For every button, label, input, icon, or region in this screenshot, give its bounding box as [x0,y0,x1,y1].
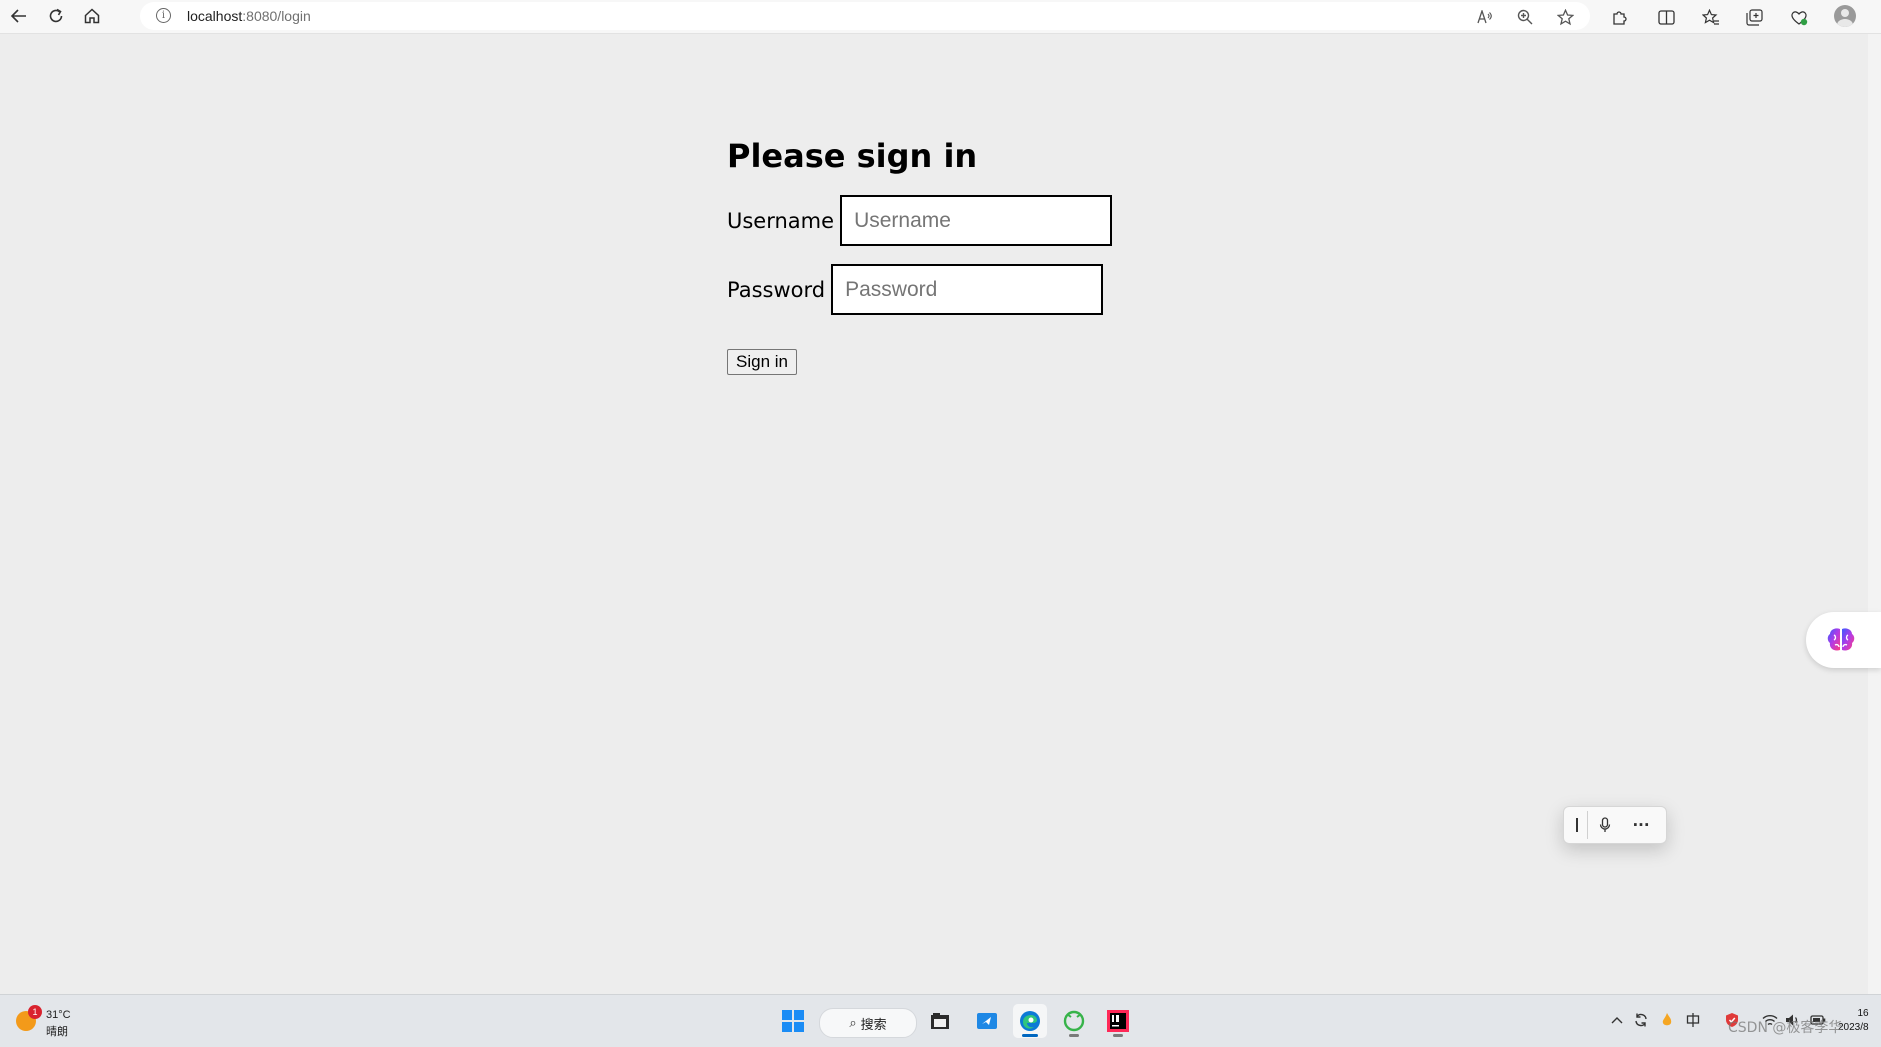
password-input[interactable] [831,264,1104,316]
info-icon[interactable]: i [156,8,171,23]
weather-widget[interactable]: 1 31°C 晴朗 [16,1005,76,1039]
taskbar: 1 31°C 晴朗 ⌕ 搜索 16 2023/8 [0,994,1881,1047]
brain-icon [1827,628,1855,651]
weather-temperature: 31°C [46,1009,71,1021]
url-path: :8080/login [242,8,311,24]
url-host: localhost [187,8,243,24]
zoom-icon[interactable] [1514,6,1536,28]
edge-browser-icon[interactable] [1013,1004,1047,1038]
weather-badge: 1 [28,1005,42,1019]
password-label: Password [727,277,826,302]
username-label: Username [727,208,835,233]
puzzle-icon[interactable] [1606,4,1632,30]
intellij-idea-icon[interactable] [1101,1004,1135,1038]
microphone-icon[interactable] [1592,812,1618,838]
username-row: Username [727,195,1113,247]
sign-in-button[interactable]: Sign in [727,349,797,376]
more-options-icon[interactable]: ··· [1628,812,1654,838]
feishu-icon[interactable] [970,1004,1004,1038]
collections-icon[interactable] [1741,4,1767,30]
chevron-up-icon[interactable] [1607,1010,1627,1030]
favorites-icon[interactable] [1698,4,1724,30]
weather-condition: 晴朗 [46,1026,68,1038]
clock-time: 16 [1857,1008,1869,1019]
search-icon: ⌕ [849,1015,857,1031]
star-icon[interactable] [1554,6,1576,28]
windows-start-icon[interactable] [776,1004,810,1038]
flame-icon[interactable] [1657,1010,1677,1030]
profile-avatar-icon[interactable] [1834,5,1856,27]
browser-toolbar: i localhost:8080/login [0,0,1881,34]
refresh-icon[interactable] [41,3,71,29]
login-form: Please sign in Username Password Sign in [727,137,1113,376]
search-label: 搜索 [860,1017,887,1033]
back-arrow-icon[interactable] [4,3,34,29]
heart-shield-icon[interactable] [1786,4,1812,30]
username-input[interactable] [840,195,1113,247]
drag-handle-icon[interactable] [1570,812,1584,838]
csdn-watermark: CSDN @极客李华 [1728,1020,1843,1036]
taskbar-clock[interactable]: 16 2023/8 [1838,1007,1869,1035]
address-bar[interactable]: i localhost:8080/login [140,2,1590,30]
page-viewport: Please sign in Username Password Sign in [0,34,1868,994]
page-scrollbar[interactable] [1868,34,1881,994]
input-method-icon[interactable] [1683,1010,1703,1030]
read-aloud-icon[interactable] [1474,6,1496,28]
taskbar-search[interactable]: ⌕ 搜索 [819,1008,917,1038]
home-icon[interactable] [77,3,107,29]
voice-typing-widget: ··· [1563,806,1667,844]
sync-icon[interactable] [1631,1010,1651,1030]
file-explorer-icon[interactable] [923,1004,957,1038]
clock-date: 2023/8 [1838,1022,1869,1033]
wechat-icon[interactable] [1057,1004,1091,1038]
page-title: Please sign in [727,137,978,175]
assistant-widget[interactable] [1806,612,1881,668]
split-screen-icon[interactable] [1653,4,1679,30]
address-url[interactable]: localhost:8080/login [187,8,311,24]
password-row: Password [727,264,1112,316]
